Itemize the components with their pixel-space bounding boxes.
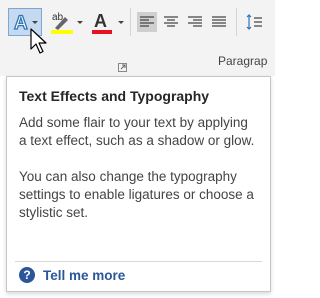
- align-left-icon: [140, 16, 154, 27]
- align-center-button[interactable]: [161, 12, 181, 32]
- justify-button[interactable]: [209, 12, 229, 32]
- help-icon: ?: [19, 267, 35, 283]
- highlighter-icon: ab: [51, 12, 83, 34]
- ribbon-separator: [236, 8, 237, 36]
- tell-me-more-link[interactable]: ? Tell me more: [19, 267, 125, 283]
- line-spacing-icon: [246, 14, 262, 30]
- svg-text:A: A: [14, 13, 28, 34]
- tooltip-title: Text Effects and Typography: [19, 88, 210, 104]
- justify-icon: [212, 16, 226, 27]
- tooltip-paragraph: You can also change the typography setti…: [19, 169, 254, 220]
- ribbon: A ab A Paragrap: [0, 0, 275, 76]
- ribbon-separator: [130, 8, 131, 36]
- font-dialog-launcher[interactable]: [118, 59, 127, 77]
- paragraph-group-label: Paragrap: [218, 54, 268, 68]
- line-spacing-button[interactable]: [244, 12, 264, 32]
- font-color-button[interactable]: A: [90, 8, 126, 36]
- font-color-swatch: [92, 30, 112, 34]
- tooltip-divider: [15, 261, 262, 262]
- dialog-launcher-icon: [118, 63, 127, 72]
- align-left-button[interactable]: [137, 12, 157, 32]
- mouse-pointer-icon: [30, 28, 47, 54]
- text-highlight-color-button[interactable]: ab: [49, 8, 85, 36]
- tooltip-body: Add some flair to your text by applying …: [19, 114, 259, 240]
- font-color-icon: A: [92, 11, 124, 34]
- tooltip: Text Effects and Typography Add some fla…: [6, 76, 271, 292]
- align-center-icon: [164, 16, 178, 27]
- tell-me-more-label[interactable]: Tell me more: [43, 268, 125, 283]
- tooltip-paragraph: Add some flair to your text by applying …: [19, 115, 255, 148]
- align-right-button[interactable]: [185, 12, 205, 32]
- font-color-label: A: [94, 11, 107, 31]
- highlight-color-swatch: [51, 30, 73, 34]
- align-right-icon: [188, 16, 202, 27]
